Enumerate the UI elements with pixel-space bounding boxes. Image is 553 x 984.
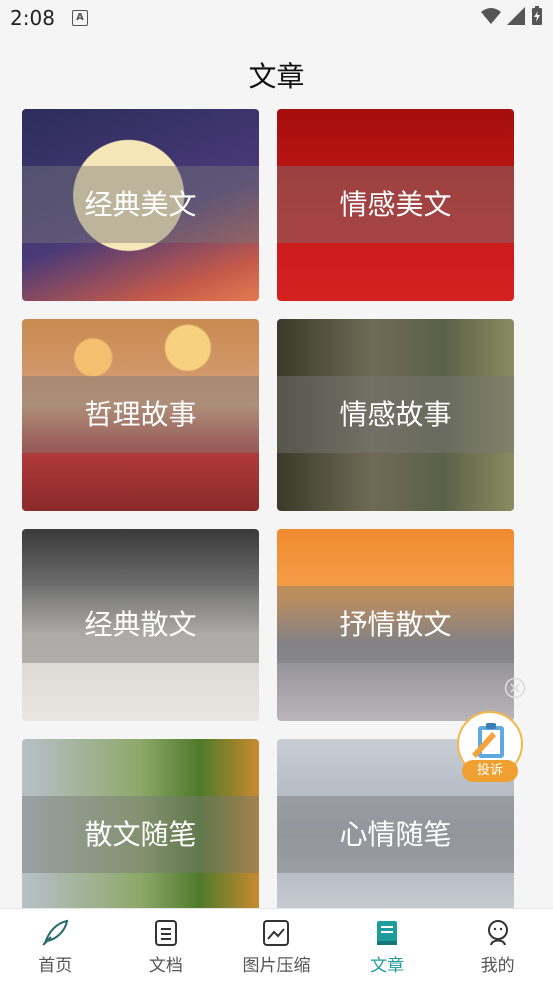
category-label: 哲理故事 bbox=[84, 398, 197, 431]
image-icon bbox=[263, 920, 290, 946]
close-icon[interactable] bbox=[504, 677, 526, 699]
category-label: 抒情散文 bbox=[339, 608, 452, 641]
bottom-navigation: 首页 文档 图片压缩 文章 我的 bbox=[0, 908, 553, 984]
category-label: 情感美文 bbox=[339, 188, 452, 221]
nav-label: 文章 bbox=[370, 956, 405, 976]
feather-icon bbox=[42, 919, 69, 946]
nav-profile[interactable]: 我的 bbox=[442, 909, 553, 984]
category-label: 经典散文 bbox=[84, 608, 197, 641]
category-card-classic-essays[interactable]: 经典散文 bbox=[22, 529, 259, 721]
category-card-essay-notes[interactable]: 散文随笔 bbox=[22, 739, 259, 931]
category-card-lyrical-essays[interactable]: 抒情散文 bbox=[277, 529, 514, 721]
category-card-emotional-stories[interactable]: 情感故事 bbox=[277, 319, 514, 511]
status-time: 2:08 bbox=[10, 6, 55, 30]
nav-articles[interactable]: 文章 bbox=[332, 909, 443, 984]
category-label: 情感故事 bbox=[339, 398, 452, 431]
category-label: 心情随笔 bbox=[339, 818, 452, 851]
nav-image-compress[interactable]: 图片压缩 bbox=[221, 909, 332, 984]
notification-a-icon: A bbox=[72, 10, 88, 26]
nav-label: 我的 bbox=[480, 956, 515, 976]
battery-icon bbox=[532, 6, 542, 25]
status-bar: 2:08 A bbox=[0, 0, 553, 38]
page-title: 文章 bbox=[248, 60, 305, 93]
category-label: 散文随笔 bbox=[84, 818, 197, 851]
nav-documents[interactable]: 文档 bbox=[111, 909, 222, 984]
category-card-classic-prose[interactable]: 经典美文 bbox=[22, 109, 259, 301]
book-icon bbox=[377, 921, 398, 945]
category-card-philosophy-stories[interactable]: 哲理故事 bbox=[22, 319, 259, 511]
document-icon bbox=[154, 920, 177, 946]
nav-label: 首页 bbox=[38, 956, 73, 976]
complaint-button[interactable]: 投诉 bbox=[462, 760, 518, 782]
nav-label: 图片压缩 bbox=[242, 956, 311, 976]
user-icon bbox=[487, 920, 508, 946]
category-card-emotional-prose[interactable]: 情感美文 bbox=[277, 109, 514, 301]
wifi-icon bbox=[481, 8, 501, 24]
nav-home[interactable]: 首页 bbox=[0, 909, 111, 984]
category-label: 经典美文 bbox=[84, 188, 197, 221]
signal-icon bbox=[507, 7, 525, 25]
status-icons bbox=[481, 6, 543, 26]
nav-label: 文档 bbox=[148, 956, 183, 976]
